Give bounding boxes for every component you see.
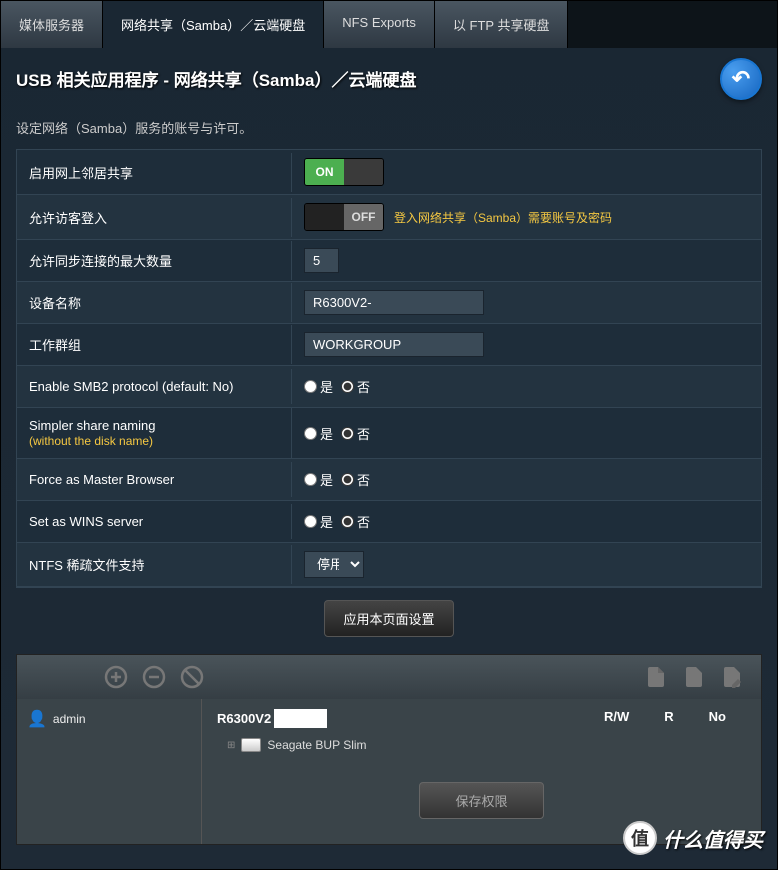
smb2-yes[interactable]: 是: [304, 377, 333, 396]
tab-bar: 媒体服务器 网络共享（Samba）／云端硬盘 NFS Exports 以 FTP…: [1, 1, 777, 48]
guest-login-label: 允许访客登入: [17, 198, 292, 237]
share-panel: 👤 admin R6300V2 R/W R No ⊞: [16, 654, 762, 845]
wins-yes[interactable]: 是: [304, 512, 333, 531]
simple-name-label: Simpler share naming (without the disk n…: [17, 408, 292, 458]
guest-login-info: 登入网络共享（Samba）需要账号及密码: [394, 209, 612, 226]
tab-samba[interactable]: 网络共享（Samba）／云端硬盘: [103, 1, 324, 48]
perm-header-r: R: [664, 709, 673, 728]
settings-table: 启用网上邻居共享 ON 允许访客登入 OFF 登入网络共享（Samba）需要账号…: [16, 149, 762, 588]
enable-share-label: 启用网上邻居共享: [17, 153, 292, 192]
enable-share-toggle[interactable]: ON: [304, 158, 384, 186]
tab-media-server[interactable]: 媒体服务器: [1, 1, 103, 48]
block-icon[interactable]: [178, 663, 206, 691]
perm-header-no: No: [709, 709, 726, 728]
watermark-logo: 值: [623, 821, 657, 855]
apply-button[interactable]: 应用本页面设置: [324, 600, 453, 637]
device-name-label: 设备名称: [17, 283, 292, 322]
back-arrow-icon: ↶: [732, 66, 750, 92]
smb2-label: Enable SMB2 protocol (default: No): [17, 369, 292, 404]
share-device-name: R6300V2: [217, 711, 271, 726]
add-icon[interactable]: [102, 663, 130, 691]
page-title: USB 相关应用程序 - 网络共享（Samba）／云端硬盘: [16, 66, 762, 91]
disk-item[interactable]: ⊞ Seagate BUP Slim: [227, 738, 746, 752]
file-edit-icon[interactable]: [718, 663, 746, 691]
expand-icon[interactable]: ⊞: [227, 740, 235, 751]
smb2-no[interactable]: 否: [341, 377, 370, 396]
simple-name-yes[interactable]: 是: [304, 424, 333, 443]
workgroup-label: 工作群组: [17, 325, 292, 364]
ntfs-select[interactable]: 停用: [304, 551, 364, 578]
user-icon: 👤: [27, 709, 47, 729]
watermark: 值 什么值得买: [623, 821, 763, 855]
watermark-text: 什么值得买: [663, 824, 763, 853]
device-name-input[interactable]: [304, 290, 484, 315]
save-permissions-button[interactable]: 保存权限: [419, 782, 543, 819]
back-button[interactable]: ↶: [720, 58, 762, 100]
master-browser-label: Force as Master Browser: [17, 462, 292, 497]
workgroup-input[interactable]: [304, 332, 484, 357]
perm-header-rw: R/W: [604, 709, 629, 728]
file-add-icon[interactable]: [642, 663, 670, 691]
wins-label: Set as WINS server: [17, 504, 292, 539]
wins-no[interactable]: 否: [341, 512, 370, 531]
simple-name-no[interactable]: 否: [341, 424, 370, 443]
tab-nfs[interactable]: NFS Exports: [324, 1, 435, 48]
ntfs-label: NTFS 稀疏文件支持: [17, 545, 292, 584]
user-item[interactable]: 👤 admin: [27, 709, 191, 729]
remove-icon[interactable]: [140, 663, 168, 691]
file-icon[interactable]: [680, 663, 708, 691]
max-conn-label: 允许同步连接的最大数量: [17, 241, 292, 280]
master-no[interactable]: 否: [341, 470, 370, 489]
max-conn-input[interactable]: [304, 248, 339, 273]
master-yes[interactable]: 是: [304, 470, 333, 489]
guest-login-toggle[interactable]: OFF: [304, 203, 384, 231]
tab-ftp[interactable]: 以 FTP 共享硬盘: [435, 1, 569, 48]
share-name-masked: [274, 709, 327, 728]
page-subtitle: 设定网络（Samba）服务的账号与许可。: [1, 113, 777, 149]
disk-icon: [241, 738, 261, 752]
